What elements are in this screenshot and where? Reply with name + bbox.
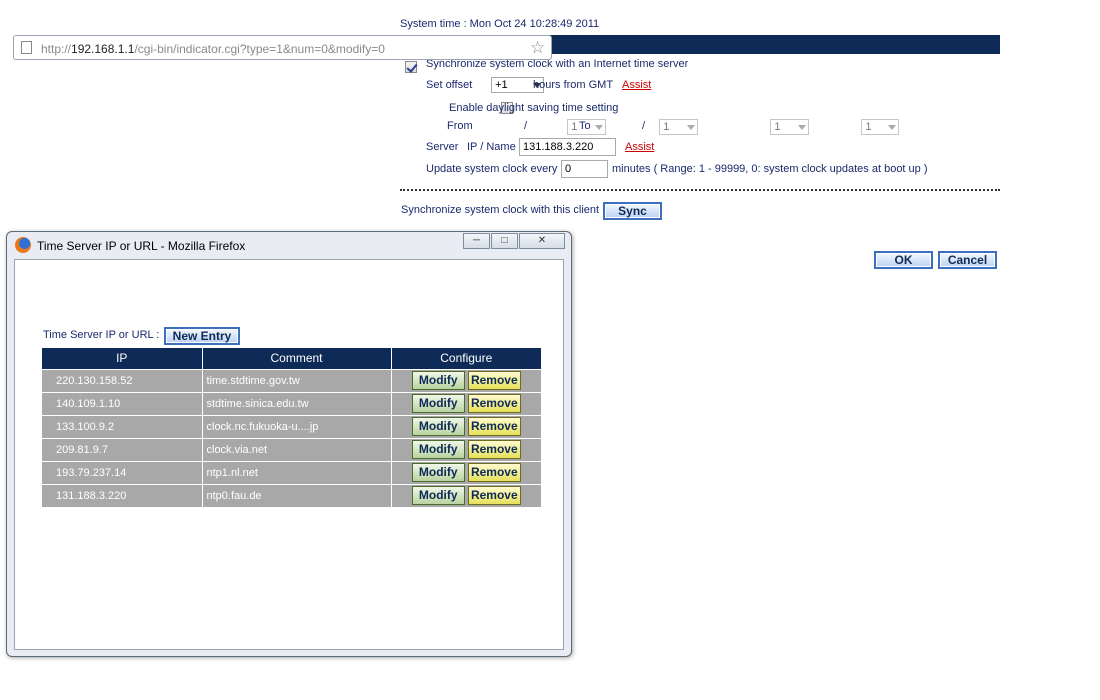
row-comment: clock.nc.fukuoka-u....jp — [202, 414, 392, 438]
system-time: System time : Mon Oct 24 10:28:49 2011 — [400, 18, 600, 30]
table-row: 131.188.3.220 ntp0.fau.de Modify Remove — [42, 483, 542, 507]
time-server-label: Time Server IP or URL : — [43, 329, 160, 341]
update-interval-input[interactable]: 0 — [561, 160, 608, 178]
server-assist-link[interactable]: Assist — [625, 141, 654, 153]
to-label: To — [579, 120, 591, 132]
modify-button[interactable]: Modify — [411, 371, 465, 390]
date-separator: / — [642, 120, 646, 132]
server-input[interactable]: 131.188.3.220 — [519, 138, 616, 156]
row-configure: Modify Remove — [391, 391, 542, 415]
row-comment: ntp0.fau.de — [202, 483, 392, 507]
to-day-value: 1 — [865, 121, 872, 133]
cancel-button[interactable]: Cancel — [938, 251, 997, 269]
table-row: 209.81.9.7 clock.via.net Modify Remove — [42, 437, 542, 461]
to-month-select[interactable]: 1 — [770, 119, 810, 135]
offset-value: +1 — [495, 79, 508, 91]
ok-button[interactable]: OK — [874, 251, 933, 269]
from-month-value: 1 — [571, 121, 578, 133]
row-ip: 220.130.158.52 — [42, 368, 203, 392]
remove-button[interactable]: Remove — [467, 440, 521, 459]
url-host: 192.168.1.1 — [71, 42, 135, 56]
minimize-button[interactable]: ─ — [463, 233, 490, 249]
modify-button[interactable]: Modify — [411, 486, 465, 506]
maximize-icon: □ — [501, 235, 508, 246]
from-day-value: 1 — [663, 121, 670, 133]
firefox-icon — [15, 237, 31, 253]
modify-button[interactable]: Modify — [411, 463, 465, 482]
new-entry-button[interactable]: New Entry — [164, 327, 240, 345]
sync-client-label: Synchronize system clock with this clien… — [401, 204, 600, 216]
popup-titlebar[interactable]: Time Server IP or URL - Mozilla Firefox … — [7, 232, 571, 258]
row-configure: Modify Remove — [391, 483, 542, 507]
url-prefix: http:// — [41, 42, 72, 56]
row-ip: 209.81.9.7 — [42, 437, 203, 461]
offset-suffix: hours from GMT — [533, 79, 614, 91]
chevron-down-icon — [798, 125, 807, 130]
row-comment: time.stdtime.gov.tw — [202, 368, 392, 392]
row-configure: Modify Remove — [391, 368, 542, 392]
column-header-configure: Configure — [391, 348, 542, 369]
remove-button[interactable]: Remove — [467, 371, 521, 390]
row-ip: 131.188.3.220 — [42, 483, 203, 507]
url-text: http://192.168.1.1/cgi-bin/indicator.cgi… — [41, 42, 385, 56]
url-path: /cgi-bin/indicator.cgi?type=1&num=0&modi… — [134, 42, 385, 56]
modify-button[interactable]: Modify — [411, 417, 465, 436]
from-label: From — [447, 120, 473, 132]
table-row: 140.109.1.10 stdtime.sinica.edu.tw Modif… — [42, 391, 542, 415]
remove-button[interactable]: Remove — [467, 417, 521, 436]
from-day-select[interactable]: 1 — [659, 119, 699, 135]
update-suffix: minutes ( Range: 1 - 99999, 0: system cl… — [612, 163, 928, 175]
update-label: Update system clock every — [426, 163, 558, 175]
chevron-down-icon — [687, 125, 696, 130]
row-configure: Modify Remove — [391, 460, 542, 484]
remove-button[interactable]: Remove — [467, 486, 521, 506]
divider — [400, 189, 1000, 191]
page-icon — [21, 41, 32, 54]
modify-button[interactable]: Modify — [411, 394, 465, 413]
table-row: 193.79.237.14 ntp1.nl.net Modify Remove — [42, 460, 542, 484]
row-comment: ntp1.nl.net — [202, 460, 392, 484]
row-comment: clock.via.net — [202, 437, 392, 461]
offset-assist-link[interactable]: Assist — [622, 79, 651, 91]
row-configure: Modify Remove — [391, 437, 542, 461]
minimize-icon: ─ — [472, 235, 481, 246]
maximize-button[interactable]: □ — [491, 233, 518, 249]
date-separator: / — [524, 120, 528, 132]
offset-label: Set offset — [426, 79, 473, 91]
bookmark-star-icon[interactable]: ☆ — [530, 38, 545, 58]
chevron-down-icon — [888, 125, 897, 130]
remove-button[interactable]: Remove — [467, 463, 521, 482]
row-ip: 133.100.9.2 — [42, 414, 203, 438]
column-header-ip: IP — [42, 348, 203, 369]
popup-title: Time Server IP or URL - Mozilla Firefox — [37, 239, 246, 253]
table-row: 133.100.9.2 clock.nc.fukuoka-u....jp Mod… — [42, 414, 542, 438]
sync-internet-checkbox[interactable] — [405, 61, 417, 74]
row-ip: 140.109.1.10 — [42, 391, 203, 415]
to-day-select[interactable]: 1 — [861, 119, 900, 135]
modify-button[interactable]: Modify — [411, 440, 465, 459]
remove-button[interactable]: Remove — [467, 394, 521, 413]
close-button[interactable]: ✕ — [519, 233, 565, 249]
table-row: 220.130.158.52 time.stdtime.gov.tw Modif… — [42, 368, 542, 392]
server-label: Server — [426, 141, 459, 153]
row-configure: Modify Remove — [391, 414, 542, 438]
chevron-down-icon — [595, 125, 604, 130]
row-ip: 193.79.237.14 — [42, 460, 203, 484]
server-ip-label: IP / Name — [467, 141, 516, 153]
to-month-value: 1 — [774, 121, 781, 133]
url-bar[interactable]: http://192.168.1.1/cgi-bin/indicator.cgi… — [13, 35, 552, 60]
column-header-comment: Comment — [202, 348, 392, 369]
close-icon: ✕ — [537, 235, 547, 246]
sync-button[interactable]: Sync — [603, 202, 662, 220]
time-server-table: IP Comment Configure 220.130.158.52 time… — [42, 348, 542, 507]
daylight-label: Enable daylight saving time setting — [449, 102, 619, 114]
row-comment: stdtime.sinica.edu.tw — [202, 391, 392, 415]
